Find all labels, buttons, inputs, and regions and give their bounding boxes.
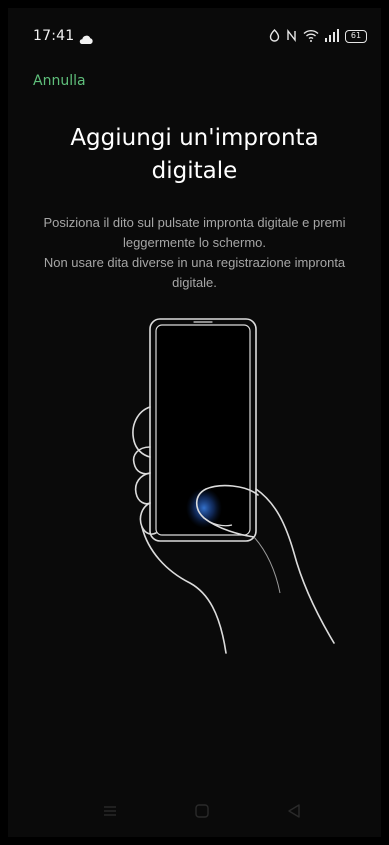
signal-icon <box>325 27 339 46</box>
nfc-icon <box>286 27 297 46</box>
navigation-bar <box>8 787 381 837</box>
alarm-icon <box>269 27 280 46</box>
back-icon[interactable] <box>284 801 304 821</box>
battery-icon: 61 <box>345 30 367 43</box>
screen: 17:41 61 Annulla Aggiungi un'impronta di… <box>8 8 381 837</box>
status-icons: 61 <box>269 27 367 46</box>
status-time: 17:41 <box>33 28 75 44</box>
wifi-icon <box>303 27 319 46</box>
fingerprint-glow <box>186 488 222 528</box>
instructions: Posiziona il dito sul pulsate impronta d… <box>26 213 363 293</box>
status-bar: 17:41 61 <box>8 8 381 50</box>
instruction-text-2: Non usare dita diverse in una registrazi… <box>43 255 346 290</box>
cloud-icon <box>78 30 94 49</box>
cancel-button[interactable]: Annulla <box>33 73 86 89</box>
instruction-text-1: Posiziona il dito sul pulsate impronta d… <box>43 215 346 250</box>
page-title: Aggiungi un'impronta digitale <box>70 125 319 184</box>
hand-holding-phone-illustration <box>108 313 348 663</box>
home-icon[interactable] <box>192 801 212 821</box>
menu-icon[interactable] <box>100 801 120 821</box>
